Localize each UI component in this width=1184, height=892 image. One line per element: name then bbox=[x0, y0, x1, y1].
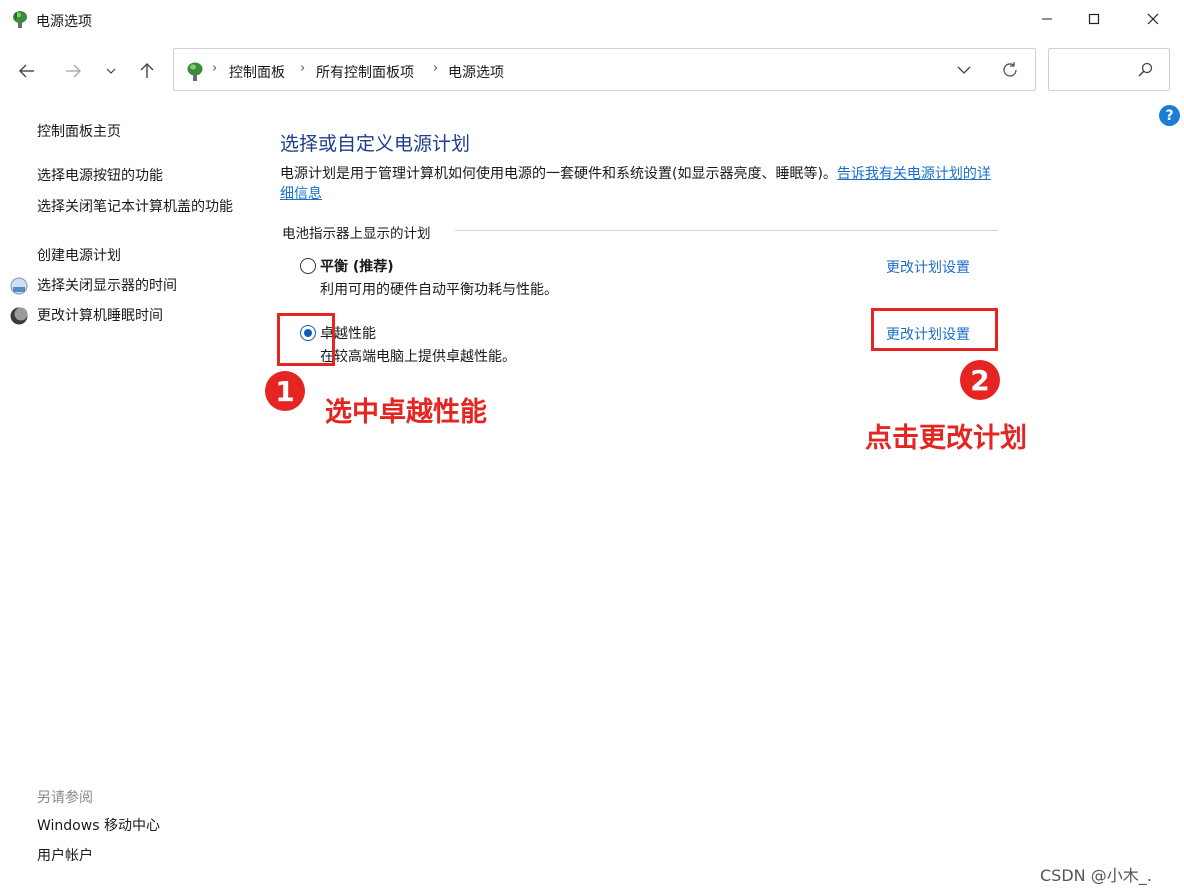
address-bar[interactable]: › 控制面板 › 所有控制面板项 › 电源选项 bbox=[173, 48, 1036, 91]
sidebar-item-sleep-time[interactable]: 更改计算机睡眠时间 bbox=[37, 306, 163, 326]
page-title: 选择或自定义电源计划 bbox=[280, 133, 471, 155]
watermark: CSDN @小木_. bbox=[1040, 866, 1152, 885]
minimize-icon bbox=[1042, 18, 1052, 20]
back-button[interactable] bbox=[14, 58, 40, 84]
search-input[interactable] bbox=[1048, 48, 1170, 91]
breadcrumb-power-options[interactable]: 电源选项 bbox=[448, 62, 504, 82]
annotation-box-radio bbox=[277, 313, 335, 366]
sleep-icon bbox=[10, 307, 28, 325]
refresh-button[interactable] bbox=[998, 59, 1022, 81]
annotation-step-1-badge: 1 bbox=[265, 371, 305, 411]
sidebar-item-control-panel-home[interactable]: 控制面板主页 bbox=[37, 122, 121, 142]
recent-locations-button[interactable] bbox=[98, 58, 124, 84]
arrow-left-icon bbox=[19, 64, 34, 78]
chevron-down-icon bbox=[106, 68, 116, 74]
close-button[interactable] bbox=[1130, 0, 1176, 38]
plan-ultimate-description: 在较高端电脑上提供卓越性能。 bbox=[320, 349, 516, 365]
breadcrumb-chevron-icon: › bbox=[212, 61, 218, 76]
see-also-heading: 另请参阅 bbox=[37, 790, 93, 806]
see-also-user-accounts[interactable]: 用户帐户 bbox=[37, 846, 93, 866]
maximize-icon bbox=[1088, 13, 1100, 25]
see-also-mobility-center[interactable]: Windows 移动中心 bbox=[37, 816, 160, 836]
maximize-button[interactable] bbox=[1071, 0, 1117, 38]
annotation-step-2-badge: 2 bbox=[960, 360, 1000, 400]
annotation-step-2-text: 点击更改计划 bbox=[865, 423, 1027, 454]
breadcrumb-chevron-icon: › bbox=[300, 61, 306, 76]
sidebar-item-display-off-time[interactable]: 选择关闭显示器的时间 bbox=[37, 276, 177, 296]
refresh-icon bbox=[1003, 62, 1017, 77]
power-options-icon bbox=[13, 11, 27, 28]
description-text: 电源计划是用于管理计算机如何使用电源的一套硬件和系统设置(如显示器亮度、睡眠等)… bbox=[280, 166, 837, 182]
help-icon[interactable]: ? bbox=[1159, 105, 1180, 126]
minimize-button[interactable] bbox=[1024, 0, 1070, 38]
display-icon bbox=[10, 277, 28, 295]
sidebar: 控制面板主页 选择电源按钮的功能 选择关闭笔记本计算机盖的功能 创建电源计划 选… bbox=[0, 110, 250, 880]
chevron-down-icon bbox=[957, 66, 971, 74]
arrow-right-icon bbox=[66, 64, 81, 78]
title-bar: 电源选项 bbox=[0, 0, 1184, 40]
group-divider bbox=[455, 230, 998, 231]
search-icon bbox=[1138, 62, 1153, 77]
sidebar-item-create-plan[interactable]: 创建电源计划 bbox=[37, 246, 121, 266]
annotation-step-1-text: 选中卓越性能 bbox=[325, 397, 487, 428]
sidebar-item-lid-close[interactable]: 选择关闭笔记本计算机盖的功能 bbox=[37, 197, 242, 217]
plan-balanced-change-settings-link[interactable]: 更改计划设置 bbox=[886, 257, 970, 277]
up-button[interactable] bbox=[134, 58, 160, 84]
sidebar-item-power-button[interactable]: 选择电源按钮的功能 bbox=[37, 166, 163, 186]
breadcrumb-all-items[interactable]: 所有控制面板项 bbox=[316, 62, 414, 82]
arrow-up-icon bbox=[140, 63, 154, 78]
breadcrumb-control-panel[interactable]: 控制面板 bbox=[229, 62, 285, 82]
page-description: 电源计划是用于管理计算机如何使用电源的一套硬件和系统设置(如显示器亮度、睡眠等)… bbox=[280, 164, 1000, 204]
control-panel-icon bbox=[187, 62, 203, 81]
annotation-box-link bbox=[871, 308, 998, 351]
window-title: 电源选项 bbox=[36, 14, 92, 30]
address-dropdown-button[interactable] bbox=[952, 59, 976, 81]
plan-balanced-name[interactable]: 平衡 (推荐) bbox=[320, 256, 394, 276]
close-icon bbox=[1147, 13, 1159, 25]
plan-balanced-description: 利用可用的硬件自动平衡功耗与性能。 bbox=[320, 282, 558, 298]
breadcrumb-chevron-icon: › bbox=[433, 61, 439, 76]
navigation-bar: › 控制面板 › 所有控制面板项 › 电源选项 bbox=[0, 44, 1184, 96]
plans-group-label: 电池指示器上显示的计划 bbox=[282, 226, 431, 242]
plan-balanced-radio[interactable] bbox=[300, 258, 316, 274]
forward-button[interactable] bbox=[60, 58, 86, 84]
